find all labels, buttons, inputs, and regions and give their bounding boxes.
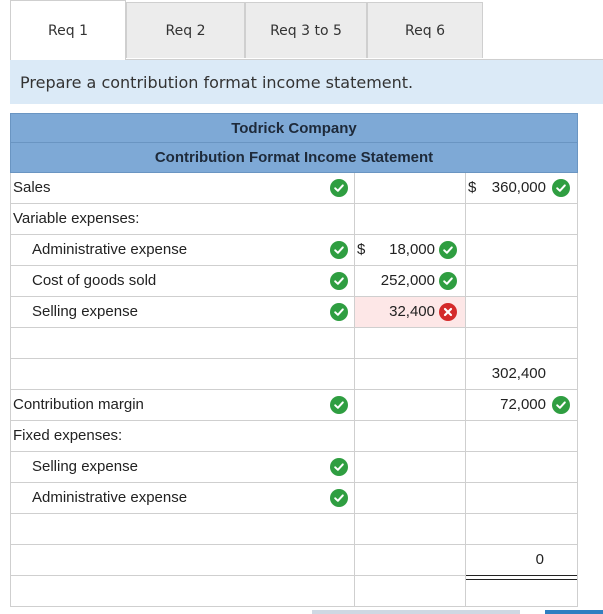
amount-cell[interactable] (355, 576, 465, 606)
table-row: Selling expense 32,400 (10, 297, 578, 328)
total-cell[interactable]: 72,000 (466, 390, 577, 420)
tab-req-1[interactable]: Req 1 (10, 0, 126, 60)
tab-req-3-to-5[interactable]: Req 3 to 5 (245, 2, 367, 58)
row-label[interactable]: Administrative expense (32, 483, 187, 513)
amount-value: 32,400 (389, 303, 435, 320)
row-label[interactable]: Sales (13, 173, 51, 203)
table-row: 302,400 (10, 359, 578, 390)
total-cell[interactable] (466, 452, 577, 482)
amount-cell[interactable] (355, 452, 465, 482)
tab-req-2[interactable]: Req 2 (126, 2, 245, 58)
total-value: 0 (535, 551, 544, 568)
table-row: Cost of goods sold 252,000 (10, 266, 578, 297)
amount-cell[interactable]: 252,000 (355, 266, 465, 296)
table-row: Contribution margin 72,000 (10, 390, 578, 421)
amount-cell[interactable] (355, 359, 465, 389)
row-label[interactable]: Variable expenses: (13, 204, 139, 234)
row-label[interactable]: Cost of goods sold (32, 266, 156, 296)
table-row: Administrative expense $18,000 (10, 235, 578, 266)
amount-value: 18,000 (389, 241, 435, 258)
table-row: Sales $360,000 (10, 173, 578, 204)
total-cell[interactable] (466, 421, 577, 451)
amount-cell[interactable] (355, 483, 465, 513)
total-cell[interactable] (466, 514, 577, 544)
amount-cell[interactable] (355, 421, 465, 451)
statement-rows: Sales $360,000 Variable expenses: Administr… (10, 173, 578, 607)
label-check-icon (330, 179, 348, 197)
check-icon (439, 241, 457, 259)
requirement-tabs: Req 1 Req 2 Req 3 to 5 Req 6 (10, 0, 485, 60)
total-cell[interactable] (466, 328, 577, 358)
instruction-banner: Prepare a contribution format income sta… (10, 60, 603, 104)
label-check-icon (330, 489, 348, 507)
amount-cell[interactable] (355, 545, 465, 575)
label-check-icon (330, 272, 348, 290)
table-row (10, 514, 578, 545)
currency-symbol: $ (468, 179, 477, 196)
amount-cell[interactable] (355, 328, 465, 358)
table-row: Selling expense (10, 452, 578, 483)
amount-value: 252,000 (380, 272, 435, 289)
instruction-text: Prepare a contribution format income sta… (20, 72, 414, 92)
row-label[interactable]: Fixed expenses: (13, 421, 122, 451)
amount-cell[interactable]: $18,000 (355, 235, 465, 265)
amount-cell[interactable] (355, 390, 465, 420)
amount-cell[interactable]: 32,400 (355, 297, 465, 327)
footer-nav-next[interactable] (545, 610, 603, 614)
check-icon (552, 179, 570, 197)
footer-nav-prev[interactable] (312, 610, 520, 614)
amount-cell[interactable] (355, 173, 465, 203)
label-check-icon (330, 458, 348, 476)
amount-cell[interactable] (355, 204, 465, 234)
row-label[interactable]: Contribution margin (13, 390, 144, 420)
error-icon (439, 303, 457, 321)
table-row (10, 575, 578, 607)
label-check-icon (330, 241, 348, 259)
table-row: Variable expenses: (10, 204, 578, 235)
row-label[interactable]: Administrative expense (32, 235, 187, 265)
table-row (10, 328, 578, 359)
total-cell[interactable] (466, 297, 577, 327)
tab-req-6[interactable]: Req 6 (367, 2, 483, 58)
amount-cell[interactable] (355, 514, 465, 544)
label-check-icon (330, 396, 348, 414)
row-label[interactable]: Selling expense (32, 452, 138, 482)
income-statement: Todrick Company Contribution Format Inco… (10, 113, 578, 607)
total-cell[interactable] (466, 204, 577, 234)
double-underline (466, 575, 577, 580)
check-icon (439, 272, 457, 290)
check-icon (552, 396, 570, 414)
total-cell[interactable]: 302,400 (466, 359, 577, 389)
total-value: 360,000 (491, 179, 546, 196)
currency-symbol: $ (357, 241, 366, 258)
total-cell[interactable] (466, 266, 577, 296)
table-row: 0 (10, 545, 578, 576)
row-label[interactable]: Selling expense (32, 297, 138, 327)
table-row: Administrative expense (10, 483, 578, 514)
total-cell[interactable] (466, 483, 577, 513)
statement-title: Contribution Format Income Statement (10, 143, 578, 173)
total-cell[interactable]: 0 (466, 545, 577, 575)
total-cell[interactable] (466, 576, 577, 606)
total-value: 72,000 (500, 396, 546, 413)
company-name: Todrick Company (10, 113, 578, 143)
total-value: 302,400 (491, 365, 546, 382)
table-row: Fixed expenses: (10, 421, 578, 452)
total-cell[interactable]: $360,000 (466, 173, 577, 203)
total-cell[interactable] (466, 235, 577, 265)
label-check-icon (330, 303, 348, 321)
